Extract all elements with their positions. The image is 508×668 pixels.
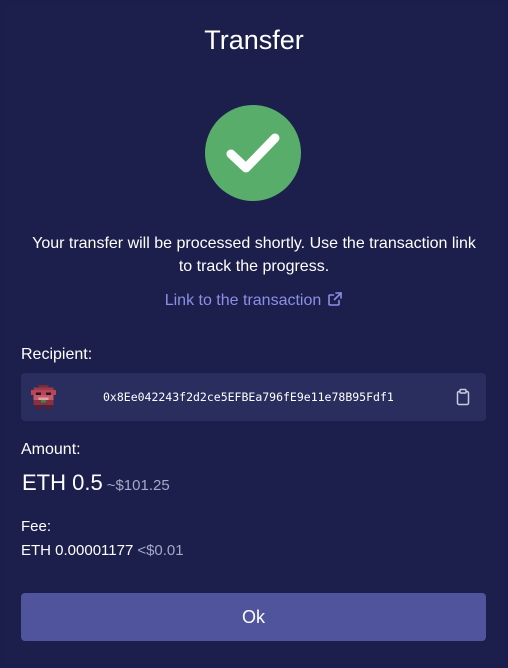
recipient-address: 0x8Ee042243f2d2ce5EFBEa796fE9e11e78B95Fd… — [103, 390, 394, 404]
recipient-avatar — [31, 385, 56, 410]
amount-label: Amount: — [21, 441, 81, 458]
recipient-field: 0x8Ee042243f2d2ce5EFBEa796fE9e11e78B95Fd… — [21, 373, 486, 421]
ok-button[interactable]: Ok — [21, 593, 486, 641]
dialog-title: Transfer — [204, 25, 304, 55]
amount-eth: ETH 0.5 — [22, 470, 103, 495]
fee-value: ETH 0.00001177 <$0.01 — [21, 542, 184, 559]
success-check-icon — [205, 105, 301, 201]
transfer-message: Your transfer will be processed shortly.… — [32, 235, 476, 275]
amount-value: ETH 0.5 ~$101.25 — [22, 470, 170, 496]
transaction-link[interactable]: Link to the transaction — [4, 291, 504, 312]
fee-eth: ETH 0.00001177 — [21, 542, 134, 559]
fee-label: Fee: — [21, 518, 52, 535]
fee-usd: <$0.01 — [137, 542, 184, 559]
amount-usd: ~$101.25 — [106, 477, 170, 494]
clipboard-icon[interactable] — [454, 388, 472, 406]
recipient-label: Recipient: — [21, 346, 93, 363]
transfer-dialog: Transfer Your transfer will be processed… — [4, 4, 504, 664]
external-link-icon — [327, 291, 343, 312]
transaction-link-label: Link to the transaction — [164, 292, 322, 309]
